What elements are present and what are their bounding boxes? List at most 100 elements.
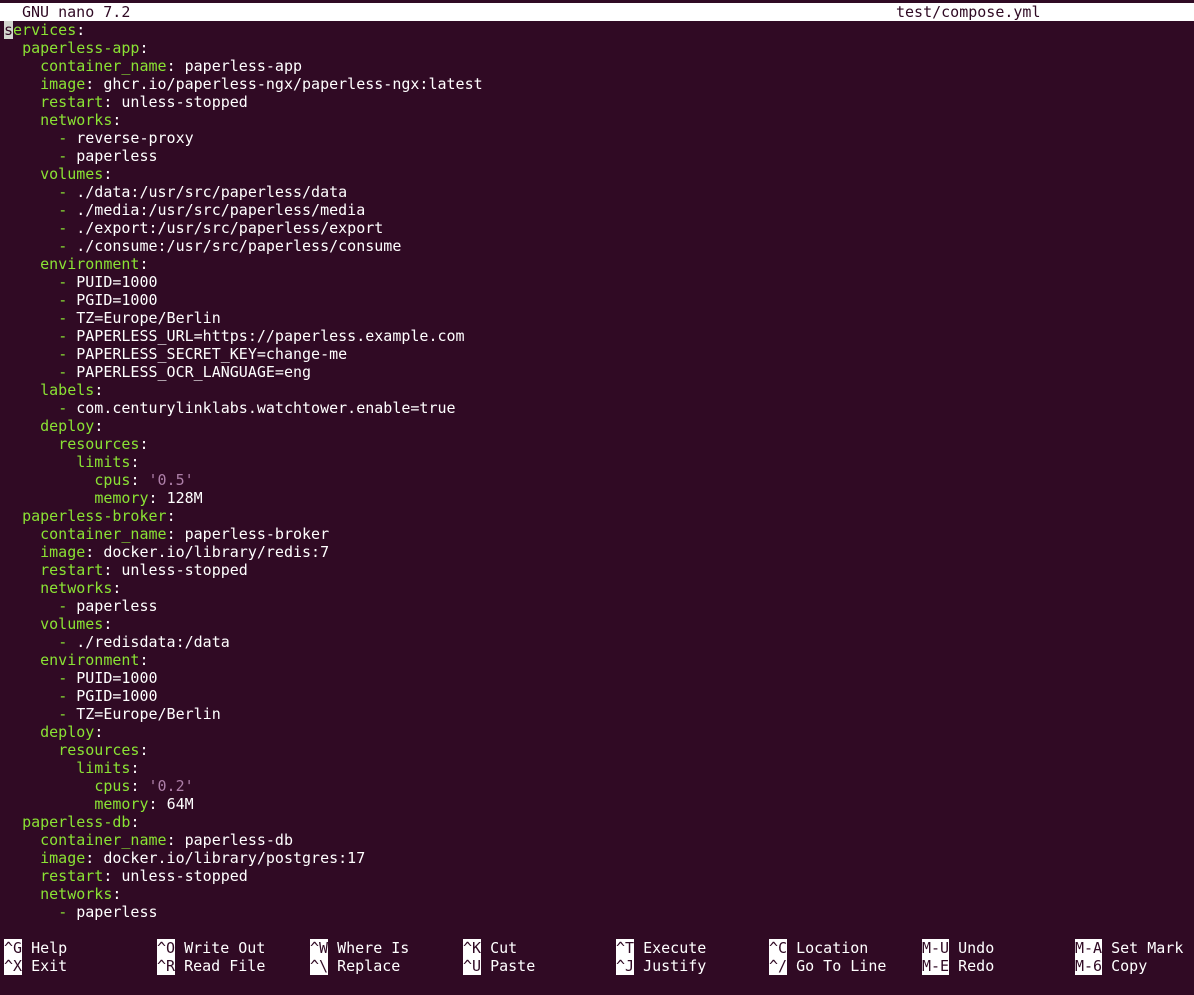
editor-line[interactable]: - paperless	[4, 147, 1190, 165]
editor-line[interactable]: cpus: '0.5'	[4, 471, 1190, 489]
editor-token	[4, 435, 58, 453]
editor-line[interactable]: - ./export:/usr/src/paperless/export	[4, 219, 1190, 237]
shortcut-execute[interactable]: ^T Execute	[616, 939, 706, 957]
editor-line[interactable]: container_name: paperless-db	[4, 831, 1190, 849]
editor-line[interactable]: environment:	[4, 651, 1190, 669]
editor-line[interactable]: - PAPERLESS_OCR_LANGUAGE=eng	[4, 363, 1190, 381]
editor-token	[4, 255, 40, 273]
shortcut-cut[interactable]: ^K Cut	[463, 939, 517, 957]
editor-line[interactable]: - com.centurylinklabs.watchtower.enable=…	[4, 399, 1190, 417]
editor-line[interactable]: limits:	[4, 759, 1190, 777]
editor-token: :	[130, 453, 140, 471]
editor-token: paperless-broker	[22, 507, 167, 525]
shortcut-write-out[interactable]: ^O Write Out	[157, 939, 265, 957]
shortcut-exit[interactable]: ^X Exit	[4, 957, 67, 975]
shortcut-key: M-U	[922, 939, 950, 957]
editor-line[interactable]: - ./data:/usr/src/paperless/data	[4, 183, 1190, 201]
editor-token	[4, 93, 40, 111]
editor-token: -	[58, 237, 68, 255]
shortcut-where-is[interactable]: ^W Where Is	[310, 939, 409, 957]
shortcut-paste[interactable]: ^U Paste	[463, 957, 535, 975]
editor-token: cpus	[94, 471, 131, 489]
editor-token: volumes	[40, 165, 104, 183]
editor-token	[4, 561, 40, 579]
editor-line[interactable]: image: ghcr.io/paperless-ngx/paperless-n…	[4, 75, 1190, 93]
editor-line[interactable]: services:	[4, 21, 1190, 39]
editor-token: ghcr.io/paperless-ngx/paperless-ngx:late…	[103, 75, 483, 93]
editor-line[interactable]: memory: 128M	[4, 489, 1190, 507]
editor-line[interactable]: - TZ=Europe/Berlin	[4, 309, 1190, 327]
editor-line[interactable]: image: docker.io/library/postgres:17	[4, 849, 1190, 867]
editor-line[interactable]: - paperless	[4, 597, 1190, 615]
shortcut-redo[interactable]: M-E Redo	[922, 957, 994, 975]
editor-token	[4, 111, 40, 129]
editor-line[interactable]: - PAPERLESS_SECRET_KEY=change-me	[4, 345, 1190, 363]
editor-token: cpus	[94, 777, 131, 795]
editor-line[interactable]: volumes:	[4, 165, 1190, 183]
shortcut-label: Help	[22, 939, 68, 957]
editor-line[interactable]: restart: unless-stopped	[4, 93, 1190, 111]
shortcut-justify[interactable]: ^J Justify	[616, 957, 706, 975]
shortcut-go-to-line[interactable]: ^/ Go To Line	[769, 957, 886, 975]
editor-line[interactable]: deploy:	[4, 723, 1190, 741]
shortcut-replace[interactable]: ^\ Replace	[310, 957, 400, 975]
shortcut-label: Copy	[1102, 957, 1148, 975]
text-cursor: s	[4, 21, 14, 39]
editor-line[interactable]: - ./media:/usr/src/paperless/media	[4, 201, 1190, 219]
editor-line[interactable]: image: docker.io/library/redis:7	[4, 543, 1190, 561]
shortcut-location[interactable]: ^C Location	[769, 939, 868, 957]
editor-line[interactable]: resources:	[4, 741, 1190, 759]
editor-token: :	[148, 795, 167, 813]
editor-line[interactable]: networks:	[4, 111, 1190, 129]
editor-line[interactable]: - ./consume:/usr/src/paperless/consume	[4, 237, 1190, 255]
editor-token	[4, 651, 40, 669]
shortcut-set-mark[interactable]: M-A Set Mark	[1075, 939, 1183, 957]
editor-token: -	[58, 345, 68, 363]
editor-line[interactable]: - PAPERLESS_URL=https://paperless.exampl…	[4, 327, 1190, 345]
shortcut-label: Write Out	[175, 939, 266, 957]
editor-line[interactable]: memory: 64M	[4, 795, 1190, 813]
editor-line[interactable]: - paperless	[4, 903, 1190, 921]
editor-line[interactable]: paperless-db:	[4, 813, 1190, 831]
shortcut-label: Set Mark	[1102, 939, 1184, 957]
editor-token: PGID=1000	[67, 687, 158, 705]
shortcut-undo[interactable]: M-U Undo	[922, 939, 994, 957]
shortcut-label: Go To Line	[787, 957, 887, 975]
editor-line[interactable]: cpus: '0.2'	[4, 777, 1190, 795]
shortcut-copy[interactable]: M-6 Copy	[1075, 957, 1147, 975]
editor-line[interactable]: paperless-broker:	[4, 507, 1190, 525]
shortcut-key: ^K	[463, 939, 482, 957]
editor-token	[4, 57, 40, 75]
editor-line[interactable]: - PGID=1000	[4, 291, 1190, 309]
editor-line[interactable]: networks:	[4, 579, 1190, 597]
editor-line[interactable]: restart: unless-stopped	[4, 561, 1190, 579]
editor-line[interactable]: - TZ=Europe/Berlin	[4, 705, 1190, 723]
editor-line[interactable]: - ./redisdata:/data	[4, 633, 1190, 651]
editor-line[interactable]: paperless-app:	[4, 39, 1190, 57]
editor-line[interactable]: container_name: paperless-app	[4, 57, 1190, 75]
editor-token	[4, 903, 58, 921]
editor-line[interactable]: restart: unless-stopped	[4, 867, 1190, 885]
editor-line[interactable]: deploy:	[4, 417, 1190, 435]
editor-line[interactable]: labels:	[4, 381, 1190, 399]
editor-token	[4, 471, 94, 489]
shortcut-help[interactable]: ^G Help	[4, 939, 67, 957]
editor-token: :	[85, 75, 104, 93]
editor-token: container_name	[40, 525, 167, 543]
editor-token	[4, 507, 22, 525]
editor-token: :	[103, 615, 113, 633]
editor-line[interactable]: - PUID=1000	[4, 669, 1190, 687]
editor-line[interactable]: - PGID=1000	[4, 687, 1190, 705]
editor-line[interactable]: - PUID=1000	[4, 273, 1190, 291]
editor-line[interactable]: limits:	[4, 453, 1190, 471]
editor-token: :	[94, 381, 104, 399]
editor-text-area[interactable]: services: paperless-app: container_name:…	[4, 21, 1190, 921]
editor-line[interactable]: networks:	[4, 885, 1190, 903]
editor-line[interactable]: - reverse-proxy	[4, 129, 1190, 147]
editor-line[interactable]: environment:	[4, 255, 1190, 273]
editor-line[interactable]: container_name: paperless-broker	[4, 525, 1190, 543]
shortcut-read-file[interactable]: ^R Read File	[157, 957, 265, 975]
editor-line[interactable]: volumes:	[4, 615, 1190, 633]
editor-token: :	[166, 831, 185, 849]
editor-line[interactable]: resources:	[4, 435, 1190, 453]
